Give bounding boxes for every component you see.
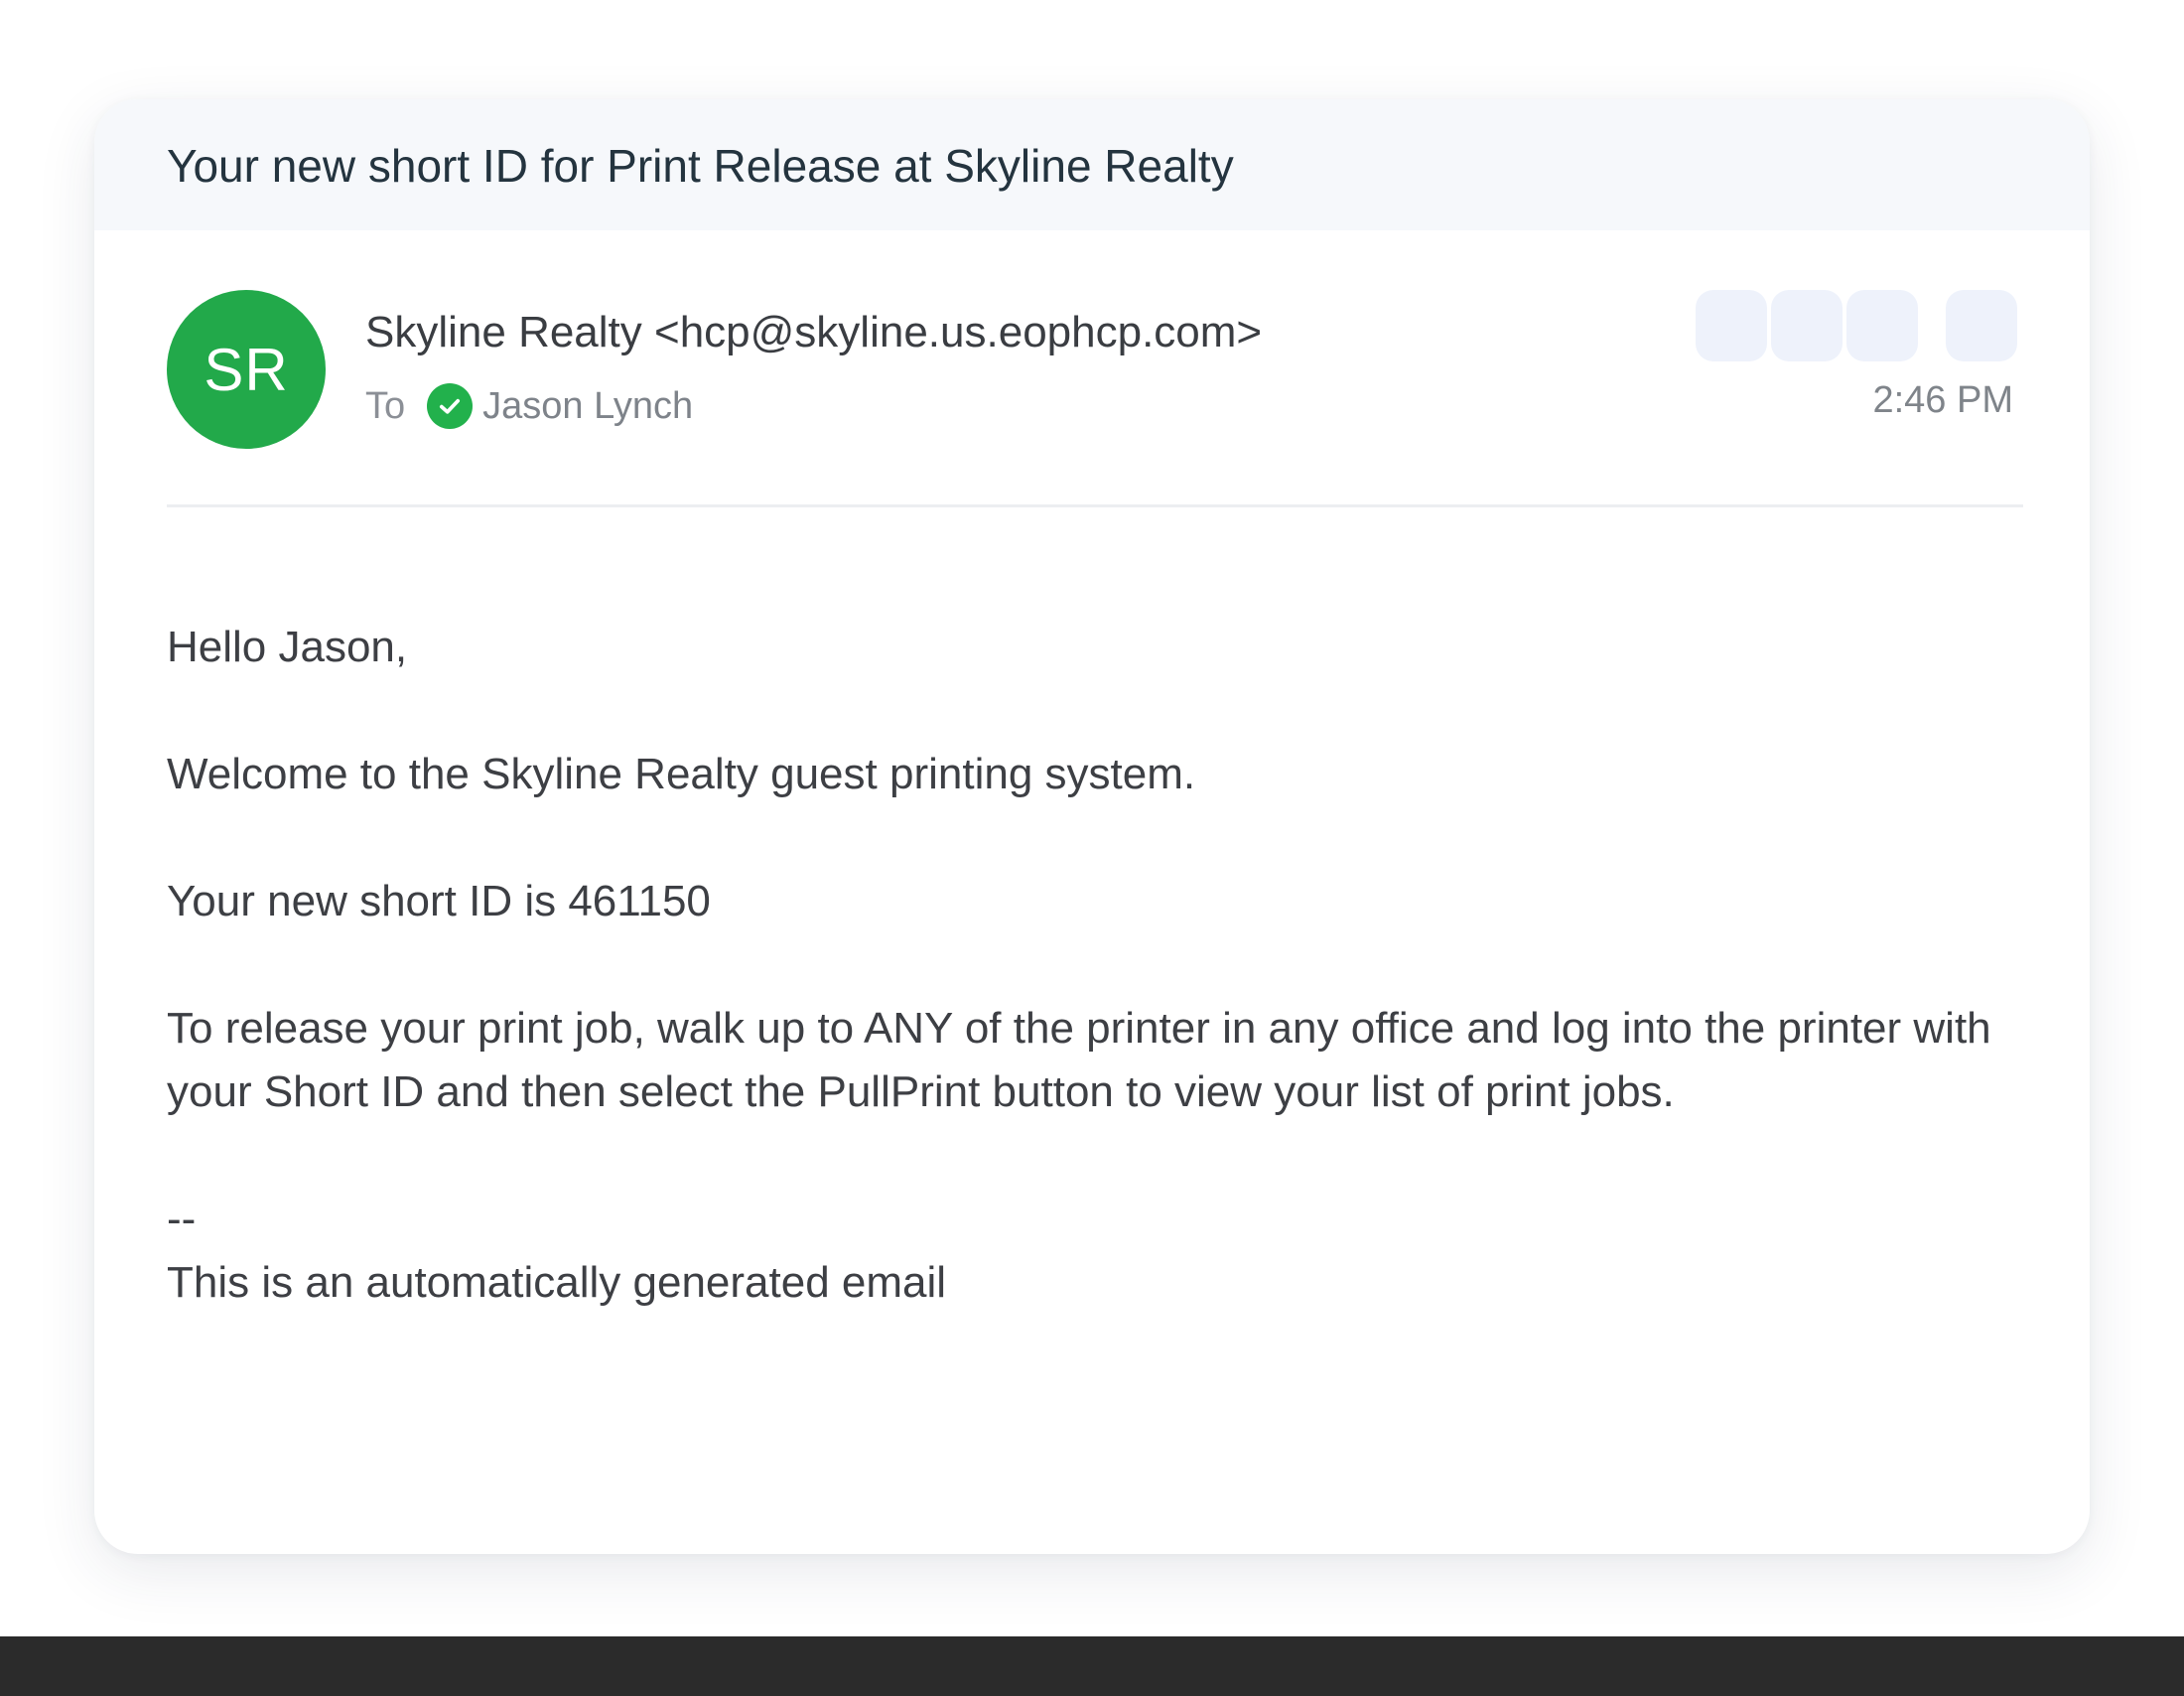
bottom-edge <box>0 1636 2184 1696</box>
more-options-button[interactable] <box>1946 290 2017 361</box>
email-timestamp: 2:46 PM <box>1872 379 2013 421</box>
body-welcome: Welcome to the Skyline Realty guest prin… <box>167 750 1196 798</box>
recipient-name[interactable]: Jason Lynch <box>482 385 693 428</box>
reply-all-button[interactable] <box>1771 290 1843 361</box>
body-instructions: To release your print job, walk up to AN… <box>167 1004 1991 1116</box>
to-label: To <box>365 384 406 427</box>
body-greeting: Hello Jason, <box>167 623 408 671</box>
signature-separator: -- <box>167 1195 197 1243</box>
sender-avatar: SR <box>167 290 326 449</box>
header-divider <box>167 504 2023 507</box>
recipient-line: To Jason Lynch <box>365 383 693 429</box>
avatar-initials: SR <box>204 336 289 403</box>
body-short-id: Your new short ID is 461150 <box>167 877 711 925</box>
reply-button[interactable] <box>1696 290 1767 361</box>
forward-button[interactable] <box>1846 290 1918 361</box>
email-body: Hello Jason, Welcome to the Skyline Real… <box>167 616 2033 1315</box>
sender-name: Skyline Realty <hcp@skyline.us.eophcp.co… <box>365 308 1263 356</box>
subject-bar: Your new short ID for Print Release at S… <box>94 99 2090 230</box>
email-actions <box>1696 290 2017 361</box>
body-footer: This is an automatically generated email <box>167 1258 947 1307</box>
email-card: Your new short ID for Print Release at S… <box>94 99 2090 1554</box>
check-circle-icon <box>427 383 474 429</box>
email-subject: Your new short ID for Print Release at S… <box>167 140 1234 192</box>
